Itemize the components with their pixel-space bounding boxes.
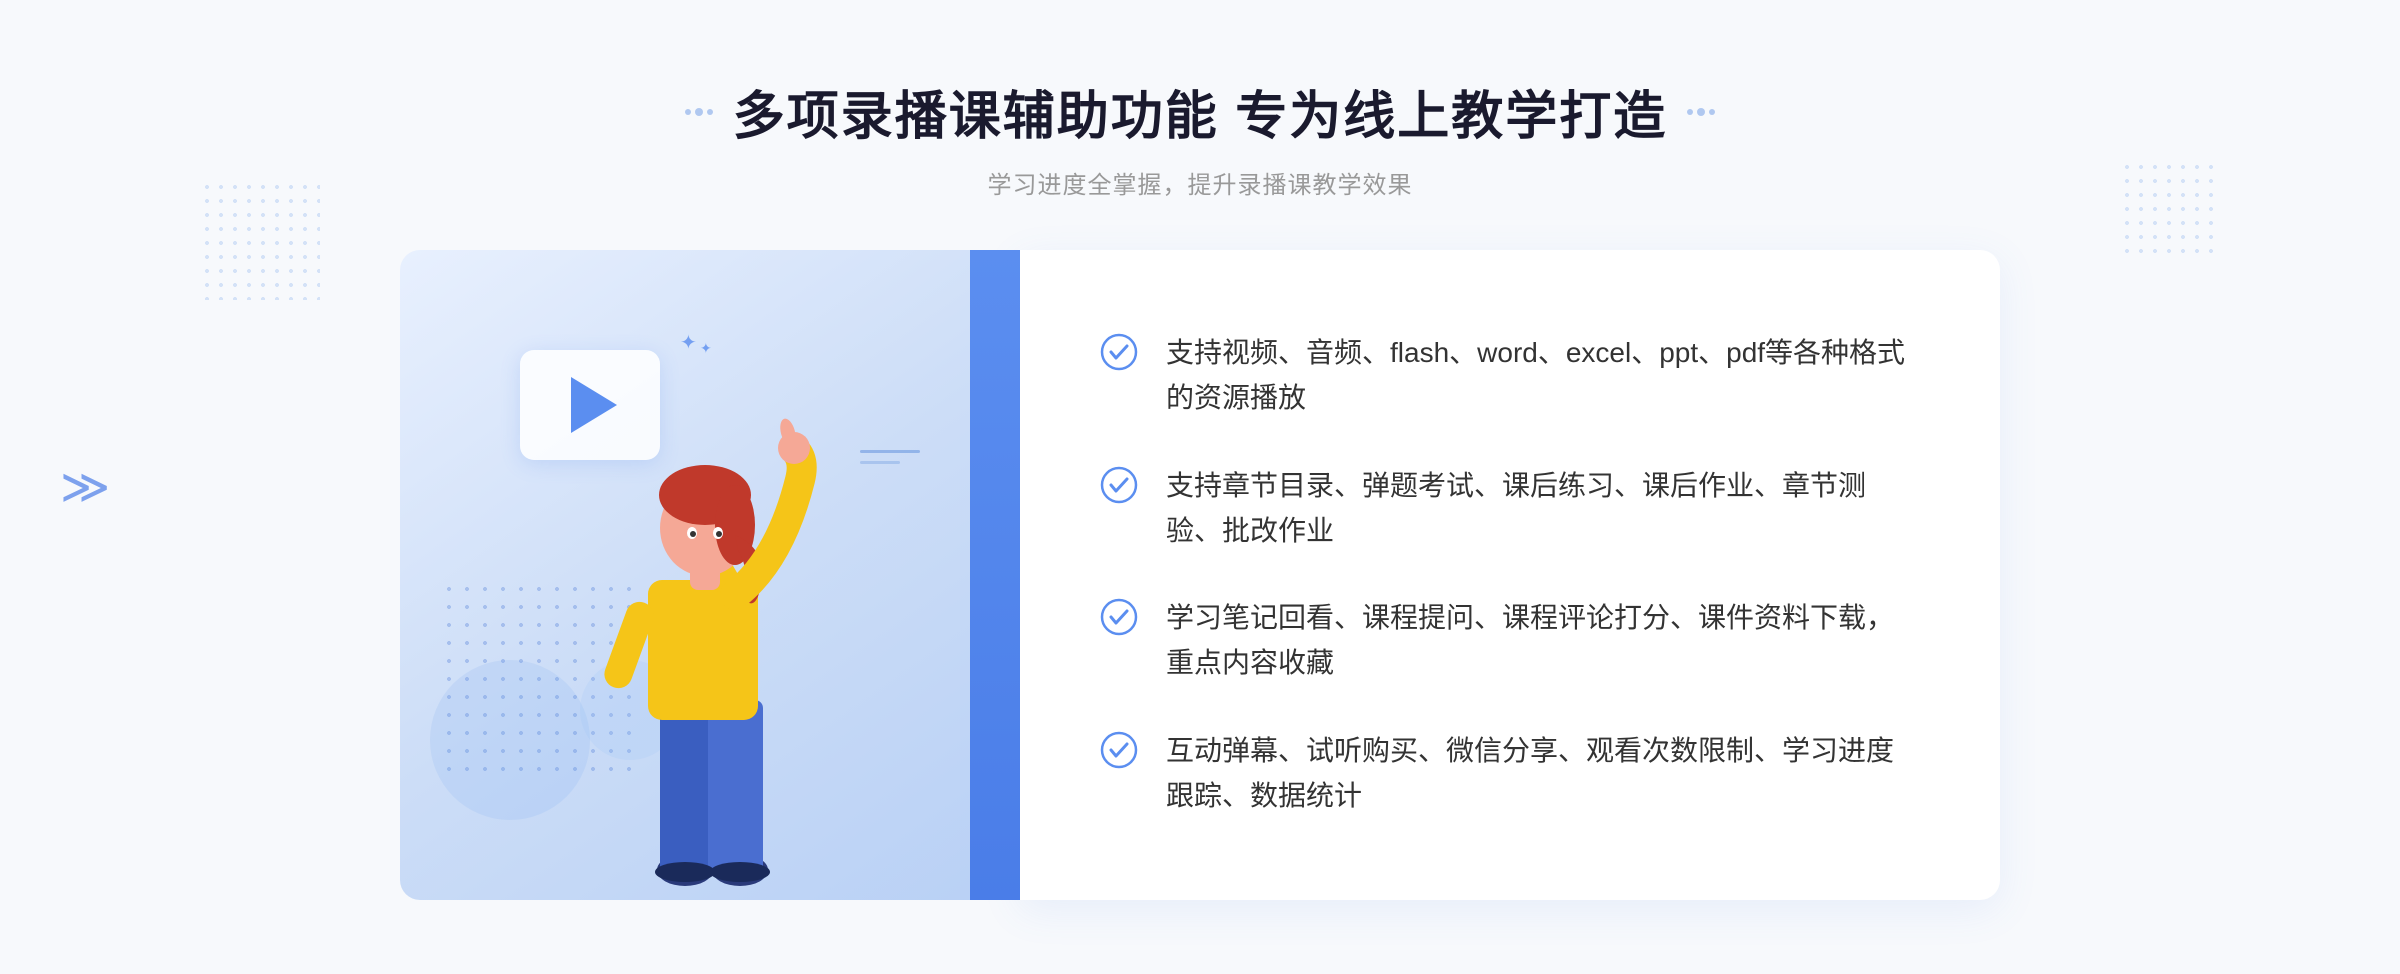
feature-text-4: 互动弹幕、试听购买、微信分享、观看次数限制、学习进度跟踪、数据统计 [1166, 729, 1920, 819]
dot-5 [1697, 108, 1705, 116]
feature-item-4: 互动弹幕、试听购买、微信分享、观看次数限制、学习进度跟踪、数据统计 [1100, 709, 1920, 839]
dot-4 [1687, 109, 1693, 115]
subtitle: 学习进度全掌握，提升录播课教学效果 [987, 165, 1412, 200]
dot-6 [1709, 109, 1715, 115]
title-dots-left [685, 108, 713, 116]
dot-3 [707, 109, 713, 115]
illustration-area: ✦ ✦ [400, 250, 1020, 900]
sparkle-2: ✦ [700, 340, 712, 357]
title-dots-right [1687, 108, 1715, 116]
dot-2 [695, 108, 703, 116]
check-icon-1 [1100, 333, 1138, 371]
check-icon-4 [1100, 731, 1138, 769]
left-nav-arrow[interactable]: ≫ [60, 459, 110, 515]
feature-item-3: 学习笔记回看、课程提问、课程评论打分、课件资料下载，重点内容收藏 [1100, 576, 1920, 706]
decorative-dots-right [2120, 160, 2220, 260]
main-content: ✦ ✦ [400, 250, 2000, 900]
feature-item-1: 支持视频、音频、flash、word、excel、ppt、pdf等各种格式的资源… [1100, 311, 1920, 441]
features-area: 支持视频、音频、flash、word、excel、ppt、pdf等各种格式的资源… [1020, 250, 2000, 900]
blue-bar [970, 250, 1020, 900]
main-title: 多项录播课辅助功能 专为线上教学打造 [733, 74, 1667, 149]
feature-text-1: 支持视频、音频、flash、word、excel、ppt、pdf等各种格式的资源… [1166, 331, 1920, 421]
person-illustration [540, 380, 880, 900]
page-container: ≫ 多项录播课辅助功能 专为线上教学打造 学习进度全掌握，提升录播课教学效果 [0, 0, 2400, 974]
check-icon-2 [1100, 466, 1138, 504]
feature-text-2: 支持章节目录、弹题考试、课后练习、课后作业、章节测验、批改作业 [1166, 464, 1920, 554]
header-section: 多项录播课辅助功能 专为线上教学打造 学习进度全掌握，提升录播课教学效果 [685, 74, 1715, 200]
feature-item-2: 支持章节目录、弹题考试、课后练习、课后作业、章节测验、批改作业 [1100, 444, 1920, 574]
sparkle-1: ✦ [680, 330, 697, 355]
check-icon-3 [1100, 598, 1138, 636]
title-row: 多项录播课辅助功能 专为线上教学打造 [685, 74, 1715, 149]
feature-text-3: 学习笔记回看、课程提问、课程评论打分、课件资料下载，重点内容收藏 [1166, 596, 1920, 686]
decorative-dots-left [200, 180, 320, 300]
dot-1 [685, 109, 691, 115]
